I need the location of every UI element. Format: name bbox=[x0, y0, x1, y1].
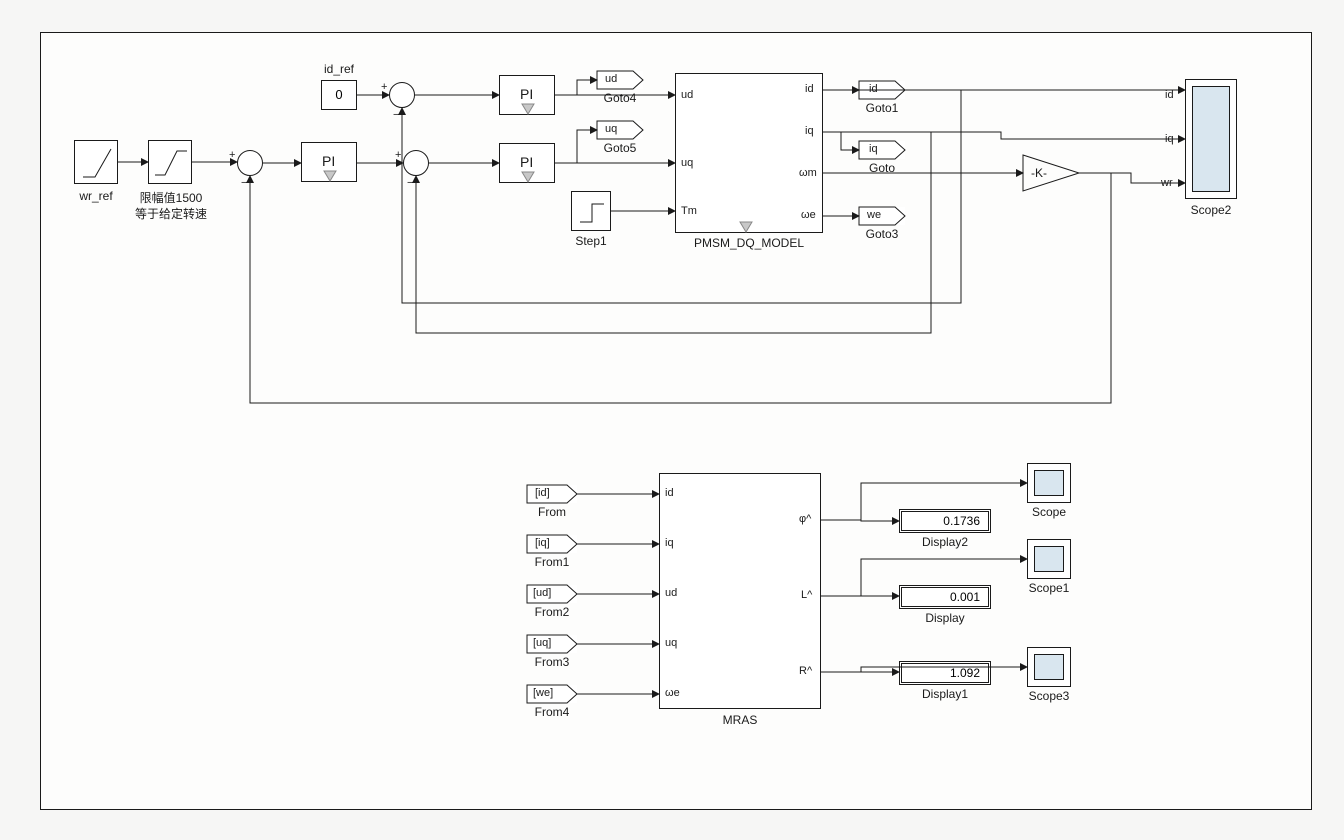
goto-id[interactable] bbox=[859, 81, 905, 99]
display2[interactable]: 0.1736 bbox=[899, 509, 991, 533]
block-saturation[interactable] bbox=[148, 140, 192, 184]
goto-ud[interactable] bbox=[597, 71, 643, 89]
goto-iq[interactable] bbox=[859, 141, 905, 159]
block-constant-idref[interactable]: 0 bbox=[321, 80, 357, 110]
block-pi-q[interactable]: PI bbox=[499, 143, 555, 183]
goto-uq[interactable] bbox=[597, 121, 643, 139]
block-pi-d[interactable]: PI bbox=[499, 75, 555, 115]
block-ramp[interactable] bbox=[74, 140, 118, 184]
diagram-canvas: wr_ref 限幅值1500 等于给定转速 + − PI id_ref 0 + … bbox=[0, 0, 1344, 840]
block-mras[interactable] bbox=[659, 473, 821, 709]
label-sat-1: 限幅值1500 bbox=[133, 189, 209, 206]
block-scope2[interactable] bbox=[1185, 79, 1237, 199]
block-scope3[interactable] bbox=[1027, 647, 1071, 687]
label-mras: MRAS bbox=[659, 713, 821, 727]
block-step[interactable] bbox=[571, 191, 611, 231]
display1[interactable]: 1.092 bbox=[899, 661, 991, 685]
sum-d[interactable] bbox=[389, 82, 415, 108]
label-wr-ref: wr_ref bbox=[71, 189, 121, 203]
diagram-frame: wr_ref 限幅值1500 等于给定转速 + − PI id_ref 0 + … bbox=[40, 32, 1312, 810]
label-id-ref: id_ref bbox=[317, 62, 361, 76]
label-sat-2: 等于给定转速 bbox=[133, 205, 209, 222]
goto-we[interactable] bbox=[859, 207, 905, 225]
display[interactable]: 0.001 bbox=[899, 585, 991, 609]
sum-speed[interactable] bbox=[237, 150, 263, 176]
block-scope[interactable] bbox=[1027, 463, 1071, 503]
sum-q[interactable] bbox=[403, 150, 429, 176]
block-pi-speed[interactable]: PI bbox=[301, 142, 357, 182]
block-scope1[interactable] bbox=[1027, 539, 1071, 579]
label-pmsm: PMSM_DQ_MODEL bbox=[675, 236, 823, 250]
label-step: Step1 bbox=[565, 234, 617, 248]
